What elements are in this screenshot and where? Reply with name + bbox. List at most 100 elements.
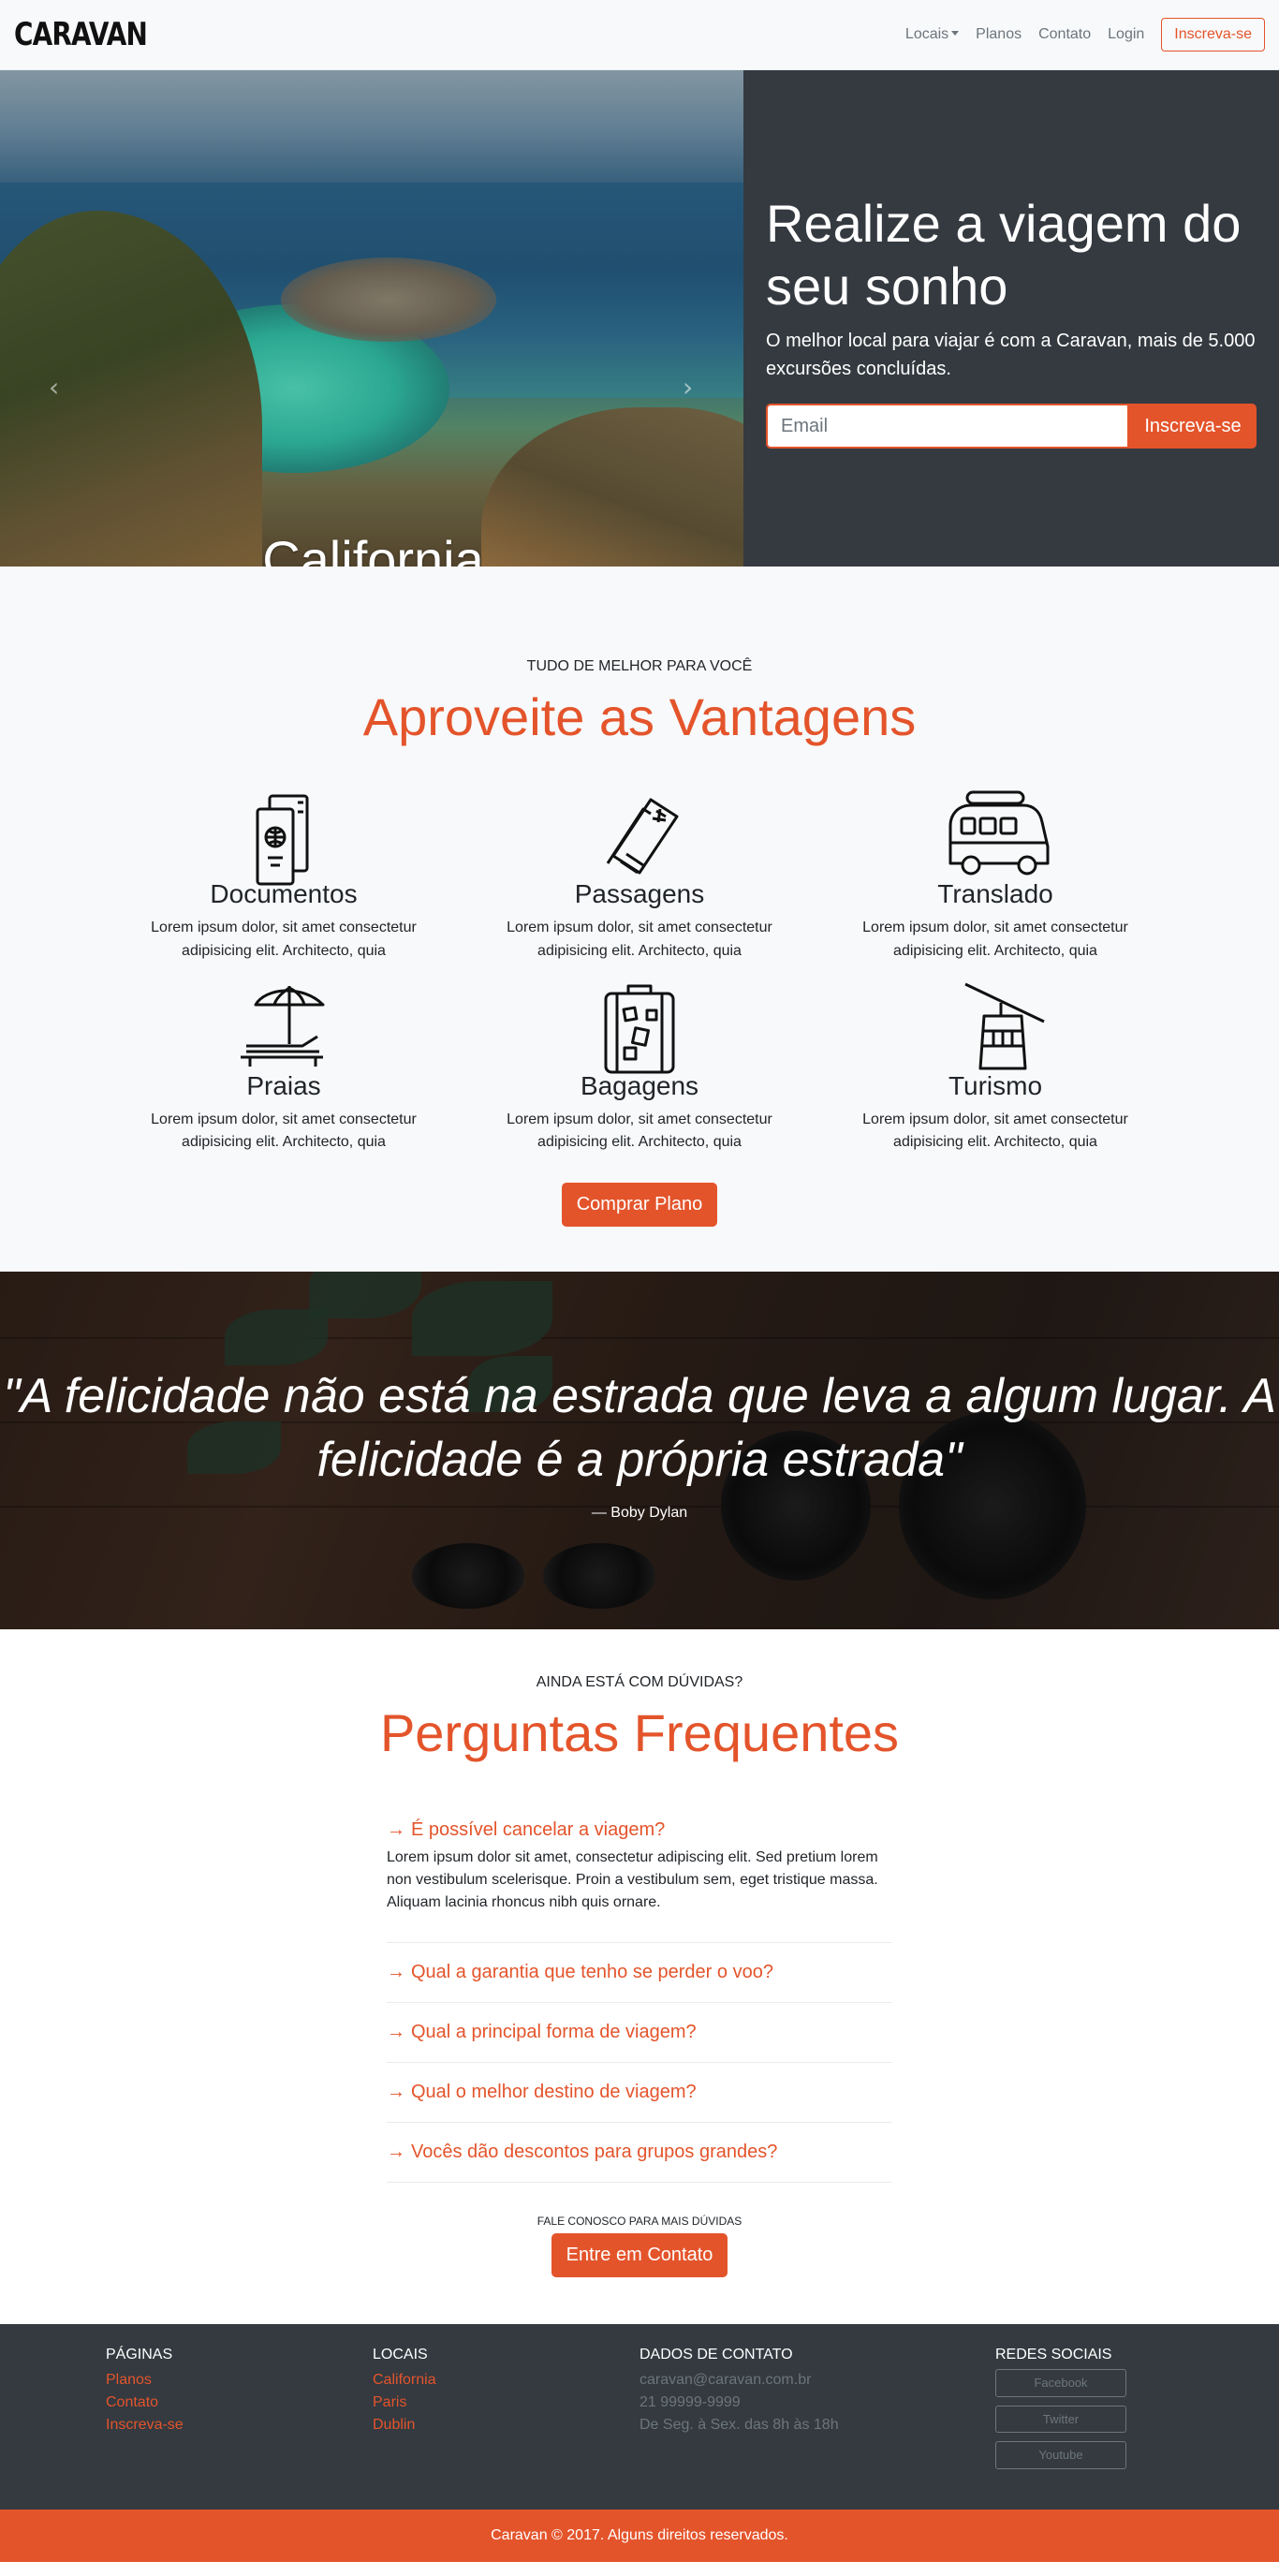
nav-signup-button[interactable]: Inscreva-se	[1161, 18, 1265, 52]
footer-hours: De Seg. à Sex. das 8h às 18h	[640, 2417, 839, 2434]
footer-link-paris[interactable]: Paris	[373, 2392, 640, 2414]
brand-logo[interactable]: CARAVAN	[14, 16, 148, 53]
hero-title: Realize a viagem do seu sonho	[766, 194, 1242, 316]
feature-text: Lorem ipsum dolor, sit amet consectetur …	[507, 920, 772, 959]
carousel-caption: California	[262, 530, 484, 567]
faq-answer: Lorem ipsum dolor sit amet, consectetur …	[387, 1849, 878, 1911]
nav-contato[interactable]: Contato	[1038, 26, 1091, 43]
feature-card: Translado Lorem ipsum dolor, sit amet co…	[817, 788, 1173, 964]
footer-link-inscreva-se[interactable]: Inscreva-se	[106, 2414, 373, 2436]
navbar: CARAVAN Locais Planos Contato Login Insc…	[0, 0, 1279, 70]
features-section: TUDO DE MELHOR PARA VOCÊ Aproveite as Va…	[0, 567, 1279, 1273]
footer-contact-title: DADOS DE CONTATO	[640, 2347, 793, 2363]
feature-title: Passagens	[574, 879, 705, 908]
quote-author: — Boby Dylan	[591, 1505, 688, 1522]
carousel-overlay	[0, 70, 743, 567]
contact-button[interactable]: Entre em Contato	[551, 2233, 728, 2278]
quote-section: "A felicidade não está na estrada que le…	[0, 1272, 1279, 1630]
feature-text: Lorem ipsum dolor, sit amet consectetur …	[862, 920, 1128, 959]
suitcase-icon	[604, 984, 675, 1074]
feature-card: Praias Lorem ipsum dolor, sit amet conse…	[106, 980, 462, 1156]
footer-social-column: REDES SOCIAIS Facebook Twitter Youtube	[995, 2347, 1173, 2478]
nav-locais-label: Locais	[904, 26, 949, 42]
footer-link-dublin[interactable]: Dublin	[373, 2414, 640, 2436]
footer-link-contato[interactable]: Contato	[106, 2392, 373, 2414]
footer: PÁGINAS Planos Contato Inscreva-se LOCAI…	[0, 2324, 1279, 2510]
faq-question-text: Qual o melhor destino de viagem?	[411, 2082, 697, 2103]
faq-contact-label: FALE CONOSCO PARA MAIS DÚVIDAS	[537, 2215, 742, 2229]
buy-plan-button[interactable]: Comprar Plano	[561, 1183, 718, 1228]
cable-car-icon	[964, 982, 1045, 1070]
youtube-button[interactable]: Youtube	[995, 2441, 1126, 2469]
faq-question-text: Qual a principal forma de viagem?	[411, 2022, 697, 2043]
feature-title: Documentos	[210, 879, 358, 908]
arrow-right-icon: →	[387, 1819, 405, 1841]
arrow-right-icon: →	[387, 2142, 405, 2163]
nav-menu: Locais Planos Contato Login Inscreva-se	[905, 18, 1265, 52]
faq-contact: FALE CONOSCO PARA MAIS DÚVIDAS Entre em …	[0, 2215, 1279, 2278]
footer-link-planos[interactable]: Planos	[106, 2369, 373, 2392]
feature-title: Praias	[246, 1070, 321, 1100]
quote-text: "A felicidade não está na estrada que le…	[3, 1369, 1276, 1487]
faq-question[interactable]: → Qual a garantia que tenho se perder o v…	[387, 1962, 892, 1983]
footer-contact-column: DADOS DE CONTATO caravan@caravan.com.br …	[640, 2347, 995, 2478]
faq-eyebrow: AINDA ESTÁ COM DÚVIDAS?	[536, 1674, 743, 1691]
arrow-right-icon: →	[387, 2082, 405, 2103]
feature-card: Passagens Lorem ipsum dolor, sit amet co…	[462, 788, 817, 964]
feature-title: Bagagens	[580, 1070, 699, 1100]
feature-card: Bagagens Lorem ipsum dolor, sit amet con…	[462, 980, 817, 1156]
feature-text: Lorem ipsum dolor, sit amet consectetur …	[507, 1111, 772, 1151]
features-grid: Documentos Lorem ipsum dolor, sit amet c…	[106, 788, 1173, 1155]
faq-item: → Vocês dão descontos para grupos grandes…	[387, 2123, 892, 2184]
copyright-bar: Caravan © 2017. Alguns direitos reservad…	[0, 2509, 1279, 2562]
faq-question[interactable]: → Qual a principal forma de viagem?	[387, 2022, 892, 2043]
faq-item: → É possível cancelar a viagem? Lorem ips…	[387, 1819, 892, 1944]
carousel-prev-icon[interactable]: ‹	[49, 372, 59, 403]
faq-question[interactable]: → Qual o melhor destino de viagem?	[387, 2082, 892, 2103]
footer-phone: 21 99999-9999	[640, 2394, 741, 2411]
carousel-next-icon[interactable]: ›	[683, 372, 693, 403]
van-icon	[948, 790, 1050, 876]
facebook-button[interactable]: Facebook	[995, 2369, 1126, 2397]
faq-list: → É possível cancelar a viagem? Lorem ips…	[387, 1819, 892, 2184]
nav-login[interactable]: Login	[1108, 26, 1144, 43]
nav-locais-dropdown[interactable]: Locais	[904, 26, 960, 43]
chevron-down-icon	[951, 31, 960, 36]
signup-form: Inscreva-se	[766, 404, 1257, 449]
feature-card: Turismo Lorem ipsum dolor, sit amet cons…	[817, 980, 1173, 1156]
faq-question[interactable]: → É possível cancelar a viagem?	[387, 1819, 892, 1841]
twitter-button[interactable]: Twitter	[995, 2405, 1126, 2434]
faq-item: → Qual o melhor destino de viagem?	[387, 2063, 892, 2124]
beach-chair-icon	[241, 985, 325, 1067]
tickets-icon	[606, 798, 679, 875]
email-field[interactable]	[766, 404, 1129, 449]
feature-text: Lorem ipsum dolor, sit amet consectetur …	[151, 1111, 417, 1151]
faq-question[interactable]: → Vocês dão descontos para grupos grandes…	[387, 2142, 892, 2163]
faq-question-text: É possível cancelar a viagem?	[411, 1819, 666, 1841]
hero-signup-button[interactable]: Inscreva-se	[1129, 404, 1257, 449]
feature-title: Turismo	[948, 1070, 1043, 1100]
footer-pages-column: PÁGINAS Planos Contato Inscreva-se	[106, 2347, 373, 2478]
arrow-right-icon: →	[387, 1962, 405, 1983]
features-eyebrow: TUDO DE MELHOR PARA VOCÊ	[526, 658, 753, 674]
footer-social-title: REDES SOCIAIS	[995, 2347, 1112, 2363]
hero-subtitle: O melhor local para viajar é com a Carav…	[766, 331, 1256, 380]
feature-card: Documentos Lorem ipsum dolor, sit amet c…	[106, 788, 462, 964]
hero-section: ‹ › California Realize a viagem do seu s…	[0, 70, 1279, 567]
feature-title: Translado	[937, 879, 1053, 908]
footer-locations-column: LOCAIS California Paris Dublin	[373, 2347, 640, 2478]
features-title: Aproveite as Vantagens	[362, 687, 917, 746]
feature-text: Lorem ipsum dolor, sit amet consectetur …	[862, 1111, 1128, 1151]
footer-locations-title: LOCAIS	[373, 2347, 428, 2363]
hero-carousel: ‹ › California	[0, 70, 743, 567]
hero-signup-panel: Realize a viagem do seu sonho O melhor l…	[743, 70, 1279, 567]
footer-link-california[interactable]: California	[373, 2369, 640, 2392]
nav-planos[interactable]: Planos	[976, 26, 1022, 43]
faq-title: Perguntas Frequentes	[379, 1703, 900, 1763]
footer-email: caravan@caravan.com.br	[640, 2372, 812, 2389]
footer-pages-title: PÁGINAS	[106, 2347, 173, 2363]
feature-text: Lorem ipsum dolor, sit amet consectetur …	[151, 920, 417, 959]
faq-item: → Qual a garantia que tenho se perder o v…	[387, 1943, 892, 2004]
passport-icon	[256, 794, 309, 886]
faq-question-text: Qual a garantia que tenho se perder o vo…	[411, 1962, 773, 1983]
